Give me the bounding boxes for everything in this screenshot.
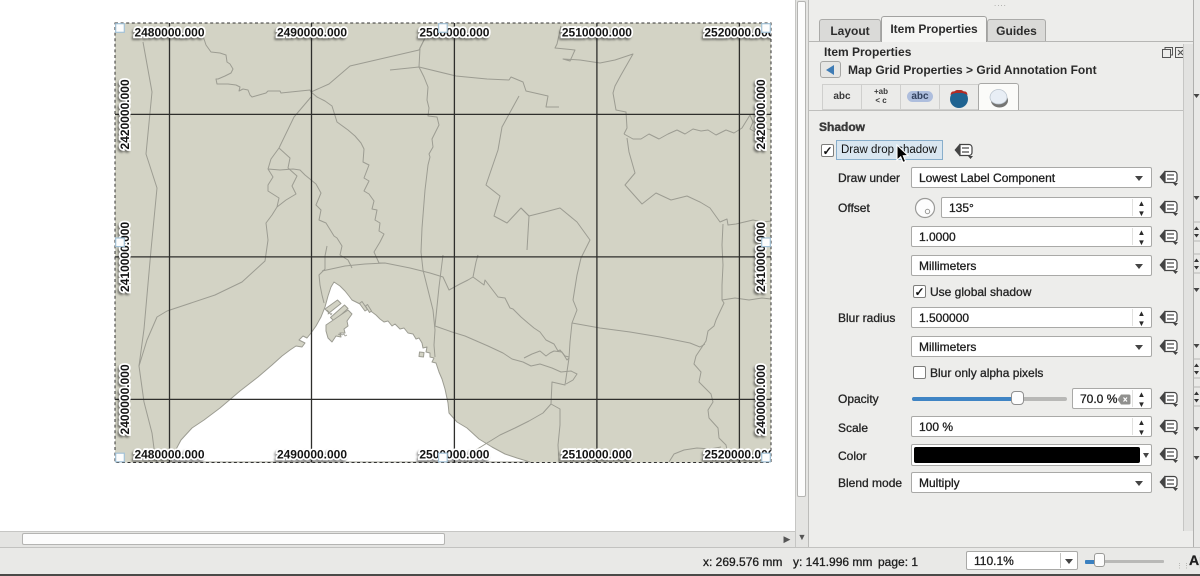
svg-text:2490000.000: 2490000.000 — [277, 448, 347, 462]
svg-text:2400000.000: 2400000.000 — [118, 364, 132, 434]
svg-text:2490000.000: 2490000.000 — [277, 26, 347, 40]
svg-text:2410000.000: 2410000.000 — [118, 222, 132, 292]
svg-text:2510000.000: 2510000.000 — [562, 26, 632, 40]
svg-text:2500000.000: 2500000.000 — [419, 26, 489, 40]
svg-text:2500000.000: 2500000.000 — [419, 448, 489, 462]
svg-text:2510000.000: 2510000.000 — [562, 448, 632, 462]
svg-text:2480000.000: 2480000.000 — [134, 26, 204, 40]
svg-text:2420000.000: 2420000.000 — [118, 79, 132, 149]
svg-text:2410000.000: 2410000.000 — [754, 222, 768, 292]
svg-text:2480000.000: 2480000.000 — [134, 448, 204, 462]
svg-text:2400000.000: 2400000.000 — [754, 364, 768, 434]
svg-text:2420000.000: 2420000.000 — [754, 79, 768, 149]
